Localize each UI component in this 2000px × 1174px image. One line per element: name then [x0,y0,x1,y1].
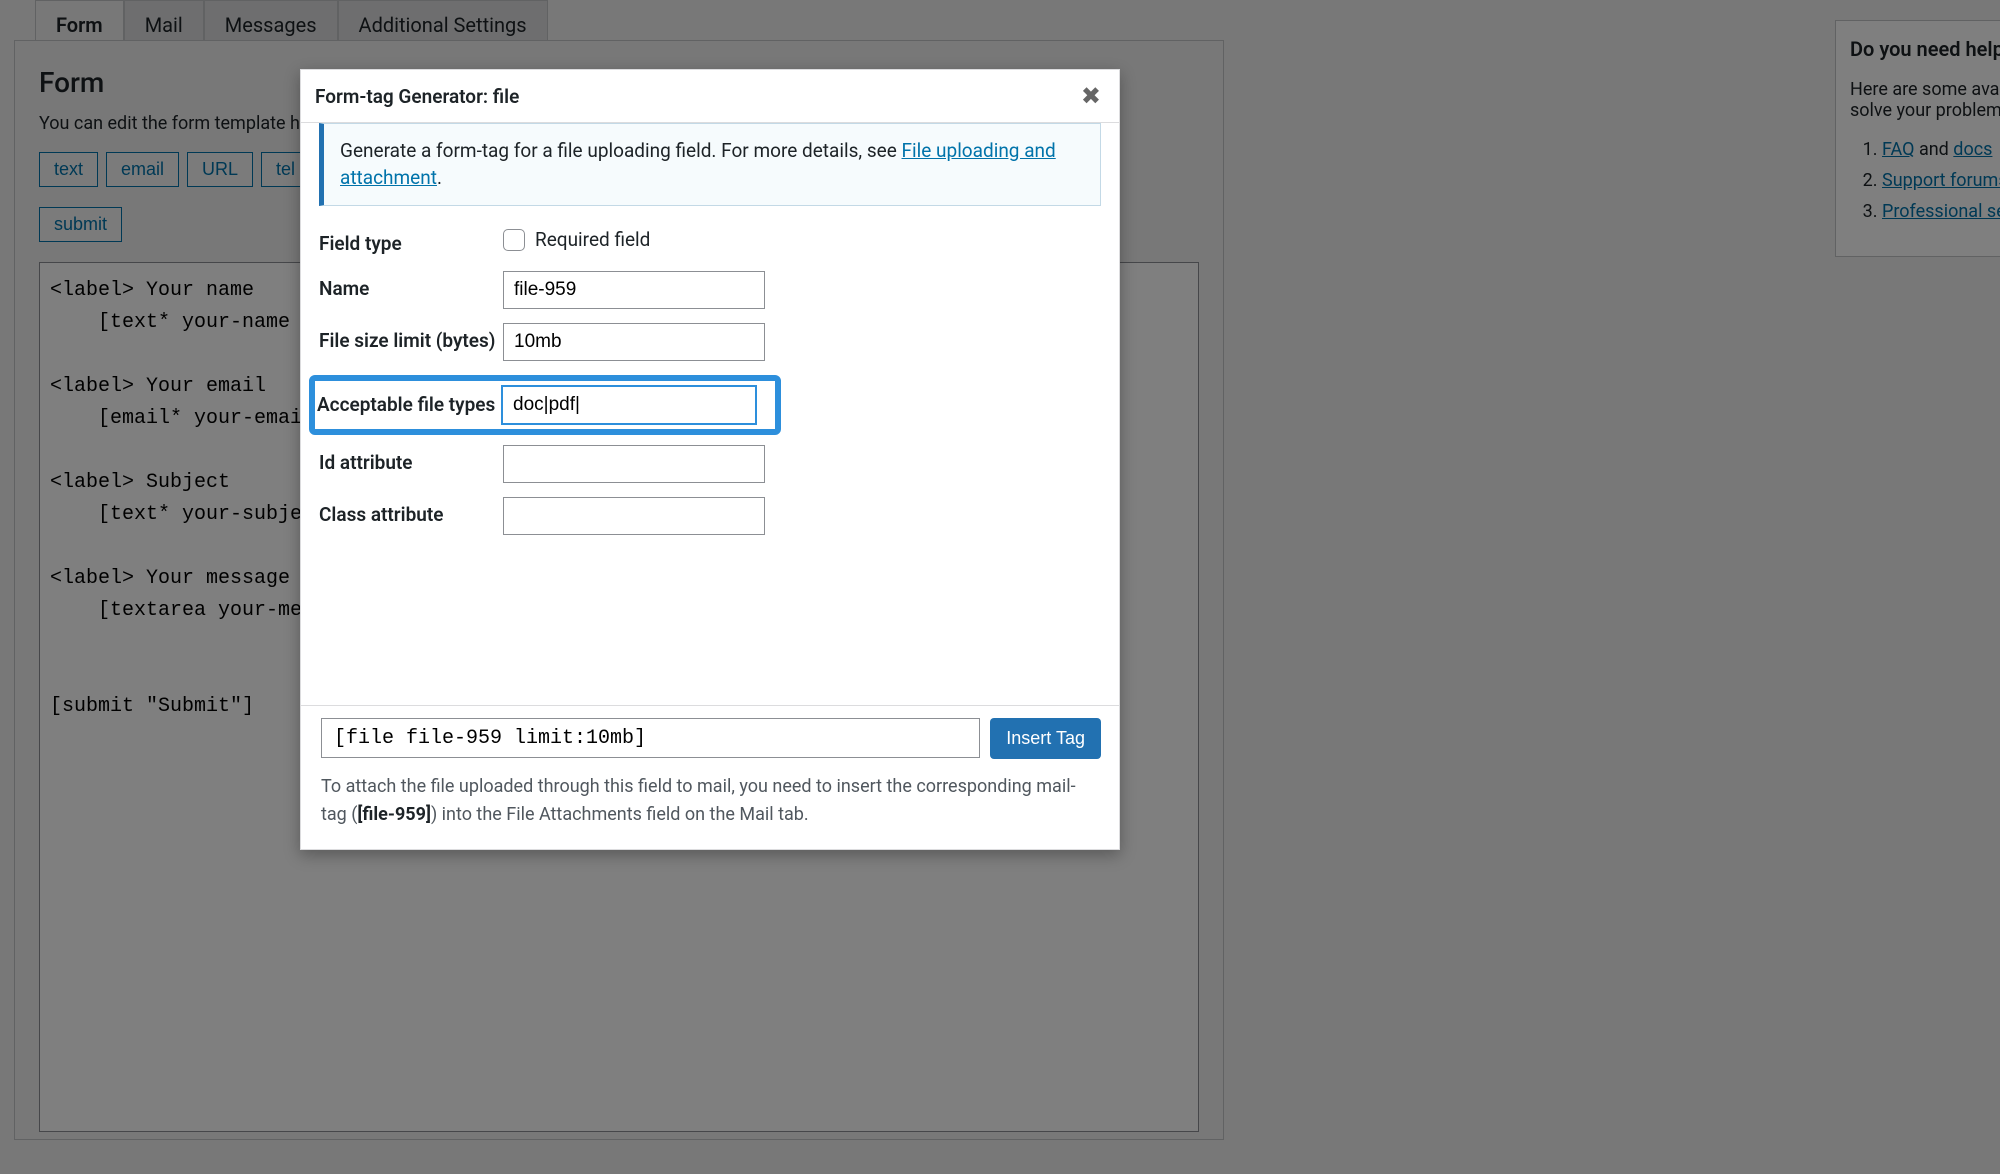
file-types-input[interactable] [501,385,757,425]
row-name: Name [319,271,1101,309]
label-field-type: Field type [319,226,503,257]
insert-tag-button[interactable]: Insert Tag [990,718,1101,759]
modal-footer: Insert Tag To attach the file uploaded t… [301,705,1119,849]
label-size-limit: File size limit (bytes) [319,323,503,354]
modal-body: Generate a form-tag for a file uploading… [301,123,1119,705]
form-tag-generator-modal: Form-tag Generator: file ✖ Generate a fo… [300,69,1120,850]
row-class-attr: Class attribute [319,497,1101,535]
row-file-types-highlight: Acceptable file types [309,375,781,435]
required-checkbox-wrap[interactable]: Required field [503,226,650,251]
info-banner: Generate a form-tag for a file uploading… [319,123,1101,206]
row-field-type: Field type Required field [319,226,1101,257]
footer-note-post: ) into the File Attachments field on the… [431,804,809,825]
label-id-attr: Id attribute [319,445,503,476]
modal-header: Form-tag Generator: file ✖ [301,70,1119,123]
name-input[interactable] [503,271,765,309]
label-name: Name [319,271,503,302]
label-class-attr: Class attribute [319,497,503,528]
row-id-attr: Id attribute [319,445,1101,483]
row-size-limit: File size limit (bytes) [319,323,1101,361]
size-limit-input[interactable] [503,323,765,361]
tag-output[interactable] [321,718,980,758]
footer-note-tag: [file-959] [357,804,431,825]
required-checkbox[interactable] [503,229,525,251]
banner-text-post: . [437,166,442,189]
modal-title: Form-tag Generator: file [315,85,519,108]
banner-text-pre: Generate a form-tag for a file uploading… [340,139,902,162]
required-label: Required field [535,228,650,251]
class-attr-input[interactable] [503,497,765,535]
label-file-types: Acceptable file types [315,393,501,418]
close-icon[interactable]: ✖ [1081,82,1101,110]
footer-note: To attach the file uploaded through this… [321,773,1101,829]
id-attr-input[interactable] [503,445,765,483]
footer-output-row: Insert Tag [321,718,1101,759]
